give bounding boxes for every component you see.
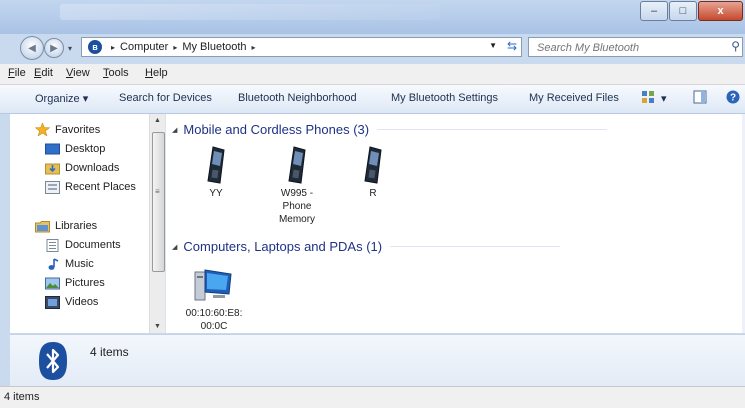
sidebar-item-documents[interactable]: Documents bbox=[65, 239, 121, 251]
search-input[interactable] bbox=[535, 39, 719, 57]
bluetooth-icon: ʙ bbox=[88, 40, 102, 54]
device-item-computer[interactable]: 00:10:60:E8: 00:0C bbox=[182, 268, 246, 333]
help-icon[interactable]: ? bbox=[726, 90, 740, 104]
search-box[interactable]: ⚲ bbox=[528, 37, 743, 57]
star-icon bbox=[35, 123, 50, 136]
group-title: Computers, Laptops and PDAs (1) bbox=[183, 239, 383, 254]
command-bar: Organize ▾ Search for Devices Bluetooth … bbox=[0, 85, 745, 114]
sidebar-scrollbar[interactable]: ▲ ≡ ▼ bbox=[149, 114, 165, 333]
device-label: W995 - Phone Memory bbox=[278, 188, 316, 225]
menu-file[interactable]: File bbox=[8, 67, 26, 79]
sidebar-item-desktop[interactable]: Desktop bbox=[65, 143, 105, 155]
address-dropdown-icon[interactable]: ▼ bbox=[489, 41, 497, 50]
menu-view[interactable]: View bbox=[66, 67, 90, 79]
sidebar-item-music[interactable]: Music bbox=[65, 258, 94, 270]
recent-pages-dropdown[interactable]: ▾ bbox=[68, 44, 72, 53]
file-list: ◢ Mobile and Cordless Phones (3) YY W995… bbox=[166, 114, 745, 333]
sidebar-item-pictures[interactable]: Pictures bbox=[65, 277, 105, 289]
libraries-icon bbox=[35, 221, 50, 233]
bluetooth-logo-icon bbox=[39, 342, 67, 380]
pictures-icon bbox=[45, 277, 60, 290]
computer-icon bbox=[194, 269, 232, 301]
refresh-icon[interactable]: ⇆ bbox=[507, 39, 517, 53]
breadcrumb-my-bluetooth[interactable]: My Bluetooth bbox=[182, 41, 246, 53]
scroll-down-arrow-icon[interactable]: ▼ bbox=[154, 323, 161, 330]
organize-button[interactable]: Organize ▾ bbox=[35, 92, 88, 105]
documents-icon bbox=[46, 239, 59, 252]
videos-icon bbox=[45, 296, 60, 309]
scroll-thumb[interactable] bbox=[152, 132, 165, 272]
menu-edit[interactable]: Edit bbox=[34, 67, 53, 79]
breadcrumb-computer[interactable]: Computer bbox=[120, 41, 168, 53]
bluetooth-neighborhood-button[interactable]: Bluetooth Neighborhood bbox=[238, 92, 357, 104]
group-title: Mobile and Cordless Phones (3) bbox=[183, 122, 370, 137]
downloads-icon bbox=[45, 163, 60, 175]
close-button[interactable]: x bbox=[698, 1, 743, 21]
address-bar[interactable]: ʙ ▸ Computer ▸ My Bluetooth ▸ ▼ ⇆ bbox=[81, 37, 522, 57]
scroll-up-arrow-icon[interactable]: ▲ bbox=[154, 117, 161, 124]
status-item-count: 4 items bbox=[4, 391, 40, 403]
breadcrumb-separator[interactable]: ▸ bbox=[252, 43, 256, 52]
minimize-button[interactable]: – bbox=[640, 1, 668, 21]
menu-tools[interactable]: Tools bbox=[103, 67, 129, 79]
my-received-files-button[interactable]: My Received Files bbox=[529, 92, 619, 104]
details-pane: 4 items bbox=[10, 334, 745, 386]
mobile-phone-icon bbox=[364, 146, 382, 184]
sidebar-item-videos[interactable]: Videos bbox=[65, 296, 98, 308]
details-item-count: 4 items bbox=[90, 345, 129, 359]
breadcrumb-separator[interactable]: ▸ bbox=[111, 43, 115, 52]
navigation-pane: Favorites Desktop Downloads Recent Place… bbox=[10, 114, 166, 333]
device-label: R bbox=[369, 188, 377, 199]
group-divider bbox=[377, 129, 608, 130]
device-item-r[interactable]: R bbox=[341, 146, 405, 200]
change-view-icon[interactable] bbox=[641, 90, 655, 104]
scroll-grip-icon: ≡ bbox=[155, 187, 160, 196]
search-for-devices-button[interactable]: Search for Devices bbox=[119, 92, 212, 104]
forward-button[interactable]: ▶ bbox=[44, 38, 64, 58]
sidebar-item-recent-places[interactable]: Recent Places bbox=[65, 181, 136, 193]
sidebar-favorites[interactable]: Favorites bbox=[55, 124, 100, 136]
group-header-computers[interactable]: ◢ Computers, Laptops and PDAs (1) bbox=[172, 239, 561, 254]
title-bar[interactable]: – □ x bbox=[0, 0, 745, 34]
device-label: 00:10:60:E8: 00:0C bbox=[185, 308, 243, 332]
my-bluetooth-settings-button[interactable]: My Bluetooth Settings bbox=[391, 92, 498, 104]
desktop-icon bbox=[45, 143, 60, 155]
view-options-dropdown[interactable]: ▾ bbox=[661, 92, 667, 105]
sidebar-libraries[interactable]: Libraries bbox=[55, 220, 97, 232]
explorer-window: – □ x ◀ ▶ ▾ ʙ ▸ Computer ▸ My Bluetooth … bbox=[0, 0, 745, 408]
group-header-phones[interactable]: ◢ Mobile and Cordless Phones (3) bbox=[172, 122, 608, 137]
recent-places-icon bbox=[45, 181, 60, 194]
menu-bar: File Edit View Tools Help bbox=[0, 64, 745, 85]
back-button[interactable]: ◀ bbox=[20, 36, 44, 60]
device-item-yy[interactable]: YY bbox=[184, 146, 248, 200]
sidebar-item-downloads[interactable]: Downloads bbox=[65, 162, 119, 174]
window-controls: – □ x bbox=[639, 1, 743, 21]
menu-help[interactable]: Help bbox=[145, 67, 168, 79]
svg-text:?: ? bbox=[730, 93, 736, 104]
maximize-button[interactable]: □ bbox=[669, 1, 697, 21]
status-bar: 4 items bbox=[0, 386, 745, 408]
preview-pane-icon[interactable] bbox=[693, 90, 707, 104]
music-icon bbox=[48, 258, 59, 270]
mobile-phone-icon bbox=[288, 146, 306, 184]
search-icon[interactable]: ⚲ bbox=[731, 39, 740, 53]
breadcrumb-separator[interactable]: ▸ bbox=[173, 43, 177, 52]
mobile-phone-icon bbox=[207, 146, 225, 184]
device-label: YY bbox=[209, 188, 223, 199]
window-title-blurred bbox=[60, 4, 440, 20]
collapse-triangle-icon[interactable]: ◢ bbox=[172, 243, 177, 251]
device-item-w995-phone-memory[interactable]: W995 - Phone Memory bbox=[265, 146, 329, 226]
navigation-row: ◀ ▶ ▾ ʙ ▸ Computer ▸ My Bluetooth ▸ ▼ ⇆ … bbox=[0, 36, 745, 60]
collapse-triangle-icon[interactable]: ◢ bbox=[172, 126, 177, 134]
group-divider bbox=[390, 246, 561, 247]
